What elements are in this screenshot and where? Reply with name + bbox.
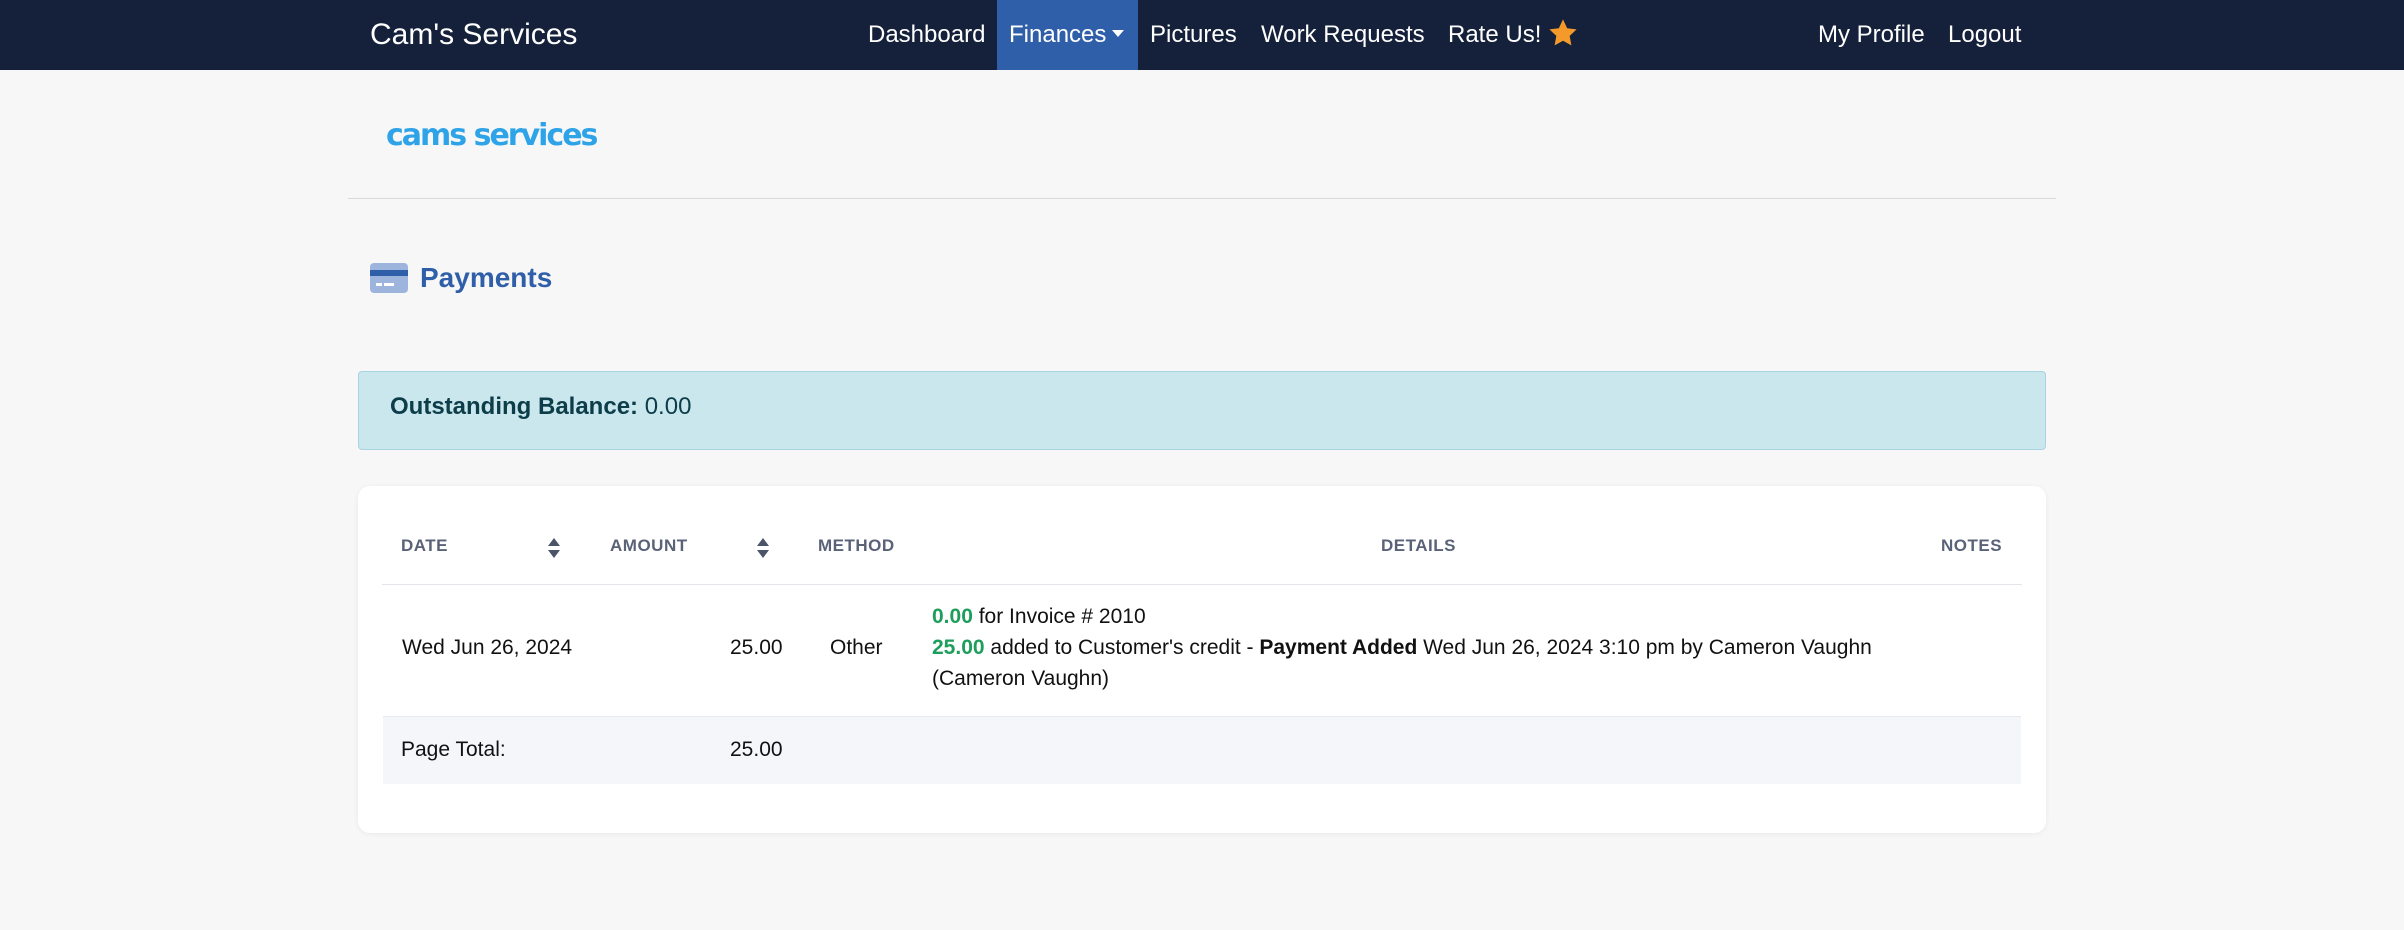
payment-status: Payment Added	[1259, 636, 1418, 659]
nav-rate-us[interactable]: Rate Us!	[1448, 0, 1579, 70]
nav-my-profile[interactable]: My Profile	[1818, 0, 1925, 70]
nav-logout[interactable]: Logout	[1948, 0, 2021, 70]
details-line-user: (Cameron Vaughn)	[932, 667, 1110, 690]
row-method: Other	[830, 636, 883, 659]
header-divider-line	[382, 584, 2022, 585]
row-amount: 25.00	[730, 636, 783, 659]
page-total-row	[383, 716, 2021, 784]
nav-finances[interactable]: Finances	[997, 0, 1138, 70]
invoice-amount: 0.00	[932, 605, 973, 628]
top-navbar: Cam's Services Dashboard Finances Pictur…	[0, 0, 2404, 70]
header-divider	[348, 198, 2056, 199]
nav-work-requests[interactable]: Work Requests	[1261, 0, 1425, 70]
company-logo: cams services	[386, 118, 598, 153]
details-line-credit: 25.00 added to Customer's credit - Payme…	[932, 636, 1872, 660]
details-line-invoice: 0.00 for Invoice # 2010	[932, 605, 1146, 629]
credit-amount: 25.00	[932, 636, 985, 659]
sort-icon[interactable]	[756, 536, 770, 560]
outstanding-balance-text: Outstanding Balance: 0.00	[390, 393, 691, 421]
header-details: DETAILS	[1381, 536, 1456, 555]
outstanding-balance-alert: Outstanding Balance: 0.00	[358, 371, 2046, 450]
header-method: METHOD	[818, 536, 895, 555]
page-heading: Payments	[370, 258, 552, 298]
credit-card-icon	[370, 263, 408, 293]
brand-link[interactable]: Cam's Services	[370, 0, 577, 70]
chevron-down-icon	[1112, 30, 1125, 38]
nav-finances-label: Finances	[1009, 21, 1107, 48]
page-total-amount: 25.00	[730, 738, 783, 761]
credit-text: added to Customer's credit -	[984, 636, 1260, 659]
row-date: Wed Jun 26, 2024	[402, 636, 573, 659]
nav-dashboard[interactable]: Dashboard	[868, 0, 985, 70]
star-icon	[1549, 19, 1577, 46]
page-title: Payments	[420, 262, 553, 293]
sort-icon[interactable]	[547, 536, 561, 560]
header-amount[interactable]: AMOUNT	[610, 536, 688, 556]
invoice-text: for Invoice # 2010	[972, 605, 1146, 628]
header-notes: NOTES	[1941, 536, 2003, 555]
nav-pictures[interactable]: Pictures	[1150, 0, 1237, 70]
nav-rate-us-label: Rate Us!	[1448, 21, 1542, 48]
header-date[interactable]: DATE	[401, 536, 448, 556]
outstanding-balance-value: 0.00	[644, 393, 692, 420]
page-total-label: Page Total:	[401, 738, 506, 761]
payment-timestamp: Wed Jun 26, 2024 3:10 pm by Cameron Vaug…	[1417, 636, 1872, 659]
outstanding-balance-label: Outstanding Balance:	[390, 393, 639, 420]
